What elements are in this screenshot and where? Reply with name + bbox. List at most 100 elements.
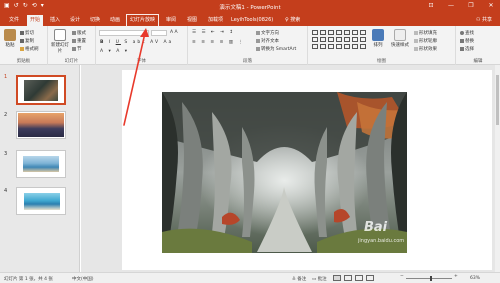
shape-icon[interactable] [360, 44, 366, 49]
tab-file[interactable]: 文件 [6, 15, 22, 26]
zoom-knob[interactable] [430, 276, 432, 281]
shape-icon[interactable] [328, 30, 334, 35]
close-icon[interactable]: ✕ [484, 1, 498, 10]
cut-button[interactable]: 剪切 [20, 30, 34, 36]
tab-home[interactable]: 开始 [27, 15, 44, 26]
format-painter-label: 格式刷 [25, 47, 39, 52]
notes-button[interactable]: ≙ 备注 [292, 276, 306, 282]
group-paragraph: ☰ ☰ ⇤ ⇥ ↕ ≡ ≡ ≡ ≡ ▥ ⋮ 文字方向 对齐文本 转换为 Smar… [188, 26, 308, 65]
font-size-buttons[interactable]: A A [170, 30, 178, 35]
group-slides: 新建幻灯片 版式 重置 节 幻灯片 [48, 26, 96, 65]
paste-button[interactable]: 粘贴 [2, 29, 18, 48]
shape-icon[interactable] [360, 30, 366, 35]
tab-review[interactable]: 审阅 [163, 15, 179, 26]
tree-tunnel-photo[interactable]: Bai jingyan.baidu.com [162, 92, 407, 253]
tab-animations[interactable]: 动画 [107, 15, 123, 26]
shape-icon[interactable] [352, 37, 358, 42]
shape-icon[interactable] [344, 44, 350, 49]
group-label-drawing: 绘图 [377, 59, 386, 64]
layout-button[interactable]: 版式 [72, 30, 86, 36]
group-label-paragraph: 段落 [243, 59, 252, 64]
text-direction-button[interactable]: 文字方向 [256, 30, 279, 36]
format-painter-button[interactable]: 格式刷 [20, 46, 39, 52]
layout-icon [72, 31, 76, 35]
shape-icon[interactable] [312, 44, 318, 49]
font-color-buttons[interactable]: A ▾ A ▾ [100, 49, 129, 54]
find-button[interactable]: 查找 [460, 30, 474, 36]
shape-icon[interactable] [336, 37, 342, 42]
quick-styles-button[interactable]: 快速样式 [390, 29, 410, 48]
zoom-track[interactable] [406, 278, 452, 279]
shape-icon[interactable] [336, 44, 342, 49]
zoom-in-icon[interactable]: + [454, 274, 458, 279]
slide-sorter-icon[interactable] [344, 275, 352, 281]
scrollbar-thumb[interactable] [496, 75, 499, 125]
shape-icon[interactable] [312, 30, 318, 35]
shape-icon[interactable] [360, 37, 366, 42]
copy-label: 复制 [25, 39, 34, 44]
align-text-button[interactable]: 对齐文本 [256, 38, 279, 44]
shape-icon[interactable] [328, 44, 334, 49]
slide-thumbnail-4[interactable] [16, 187, 66, 215]
smartart-button[interactable]: 转换为 SmartArt [256, 46, 296, 52]
slide-thumbnail-3[interactable] [16, 150, 66, 178]
tab-leyihtools[interactable]: LeyihTools(0826) [228, 15, 276, 26]
tell-me-search[interactable]: ♀ 搜索 [282, 15, 303, 26]
shape-icon[interactable] [344, 30, 350, 35]
shape-outline-button[interactable]: 形状轮廓 [414, 38, 437, 44]
restore-icon[interactable]: ❐ [464, 1, 478, 10]
comments-button[interactable]: ▭ 批注 [312, 276, 327, 282]
ribbon-tabs: 文件 开始 插入 设计 切换 动画 幻灯片放映 审阅 视图 加载项 LeyihT… [0, 12, 500, 27]
font-format-buttons[interactable]: B I U S abc AV Aa [100, 40, 173, 45]
tab-design[interactable]: 设计 [67, 15, 83, 26]
shape-icon[interactable] [320, 37, 326, 42]
slide-thumbnail-1[interactable] [16, 75, 66, 105]
slideshow-view-icon[interactable] [366, 275, 374, 281]
shape-icon[interactable] [328, 37, 334, 42]
tab-slideshow[interactable]: 幻灯片放映 [125, 14, 160, 27]
new-slide-button[interactable]: 新建幻灯片 [51, 29, 69, 54]
shape-icon[interactable] [336, 30, 342, 35]
tab-insert[interactable]: 插入 [47, 15, 63, 26]
font-size-field[interactable] [151, 30, 167, 36]
shape-fill-button[interactable]: 形状填充 [414, 30, 437, 36]
section-icon [72, 47, 76, 51]
shape-icon[interactable] [344, 37, 350, 42]
arrange-button[interactable]: 排列 [370, 29, 386, 48]
shape-fill-label: 形状填充 [419, 31, 437, 36]
shape-icon[interactable] [352, 30, 358, 35]
shapes-gallery[interactable] [312, 30, 367, 50]
zoom-slider[interactable]: − + [400, 274, 460, 282]
tab-addins[interactable]: 加载项 [205, 15, 226, 26]
copy-button[interactable]: 复制 [20, 38, 34, 44]
list-buttons[interactable]: ☰ ☰ ⇤ ⇥ ↕ [192, 30, 235, 35]
window-controls: ⊡ — ❐ ✕ [424, 1, 498, 10]
shape-icon[interactable] [320, 30, 326, 35]
slide-editing-area: Bai jingyan.baidu.com [81, 65, 500, 272]
shape-effects-button[interactable]: 形状效果 [414, 46, 437, 52]
shape-icon[interactable] [312, 37, 318, 42]
slide-thumbnail-2[interactable] [16, 111, 66, 139]
minimize-icon[interactable]: — [444, 1, 458, 10]
replace-button[interactable]: 替换 [460, 38, 474, 44]
reset-button[interactable]: 重置 [72, 38, 86, 44]
tab-view[interactable]: 视图 [184, 15, 200, 26]
text-direction-label: 文字方向 [261, 31, 279, 36]
language-status[interactable]: 中文(中国) [72, 276, 94, 282]
font-name-field[interactable] [99, 30, 149, 36]
vertical-scrollbar[interactable] [495, 65, 500, 272]
smartart-icon [256, 47, 260, 51]
zoom-out-icon[interactable]: − [400, 274, 404, 279]
shape-icon[interactable] [352, 44, 358, 49]
zoom-level[interactable]: 63% [470, 276, 480, 281]
current-slide-canvas[interactable]: Bai jingyan.baidu.com [122, 70, 492, 270]
align-buttons[interactable]: ≡ ≡ ≡ ≡ ▥ ⋮ [192, 40, 245, 45]
ribbon-display-options-icon[interactable]: ⊡ [424, 1, 438, 10]
shape-icon[interactable] [320, 44, 326, 49]
select-button[interactable]: 选择 [460, 46, 474, 52]
reading-view-icon[interactable] [355, 275, 363, 281]
share-button[interactable]: ⚇ 共享 [476, 16, 492, 23]
section-button[interactable]: 节 [72, 46, 82, 52]
tab-transitions[interactable]: 切换 [87, 15, 103, 26]
normal-view-icon[interactable] [333, 275, 341, 281]
